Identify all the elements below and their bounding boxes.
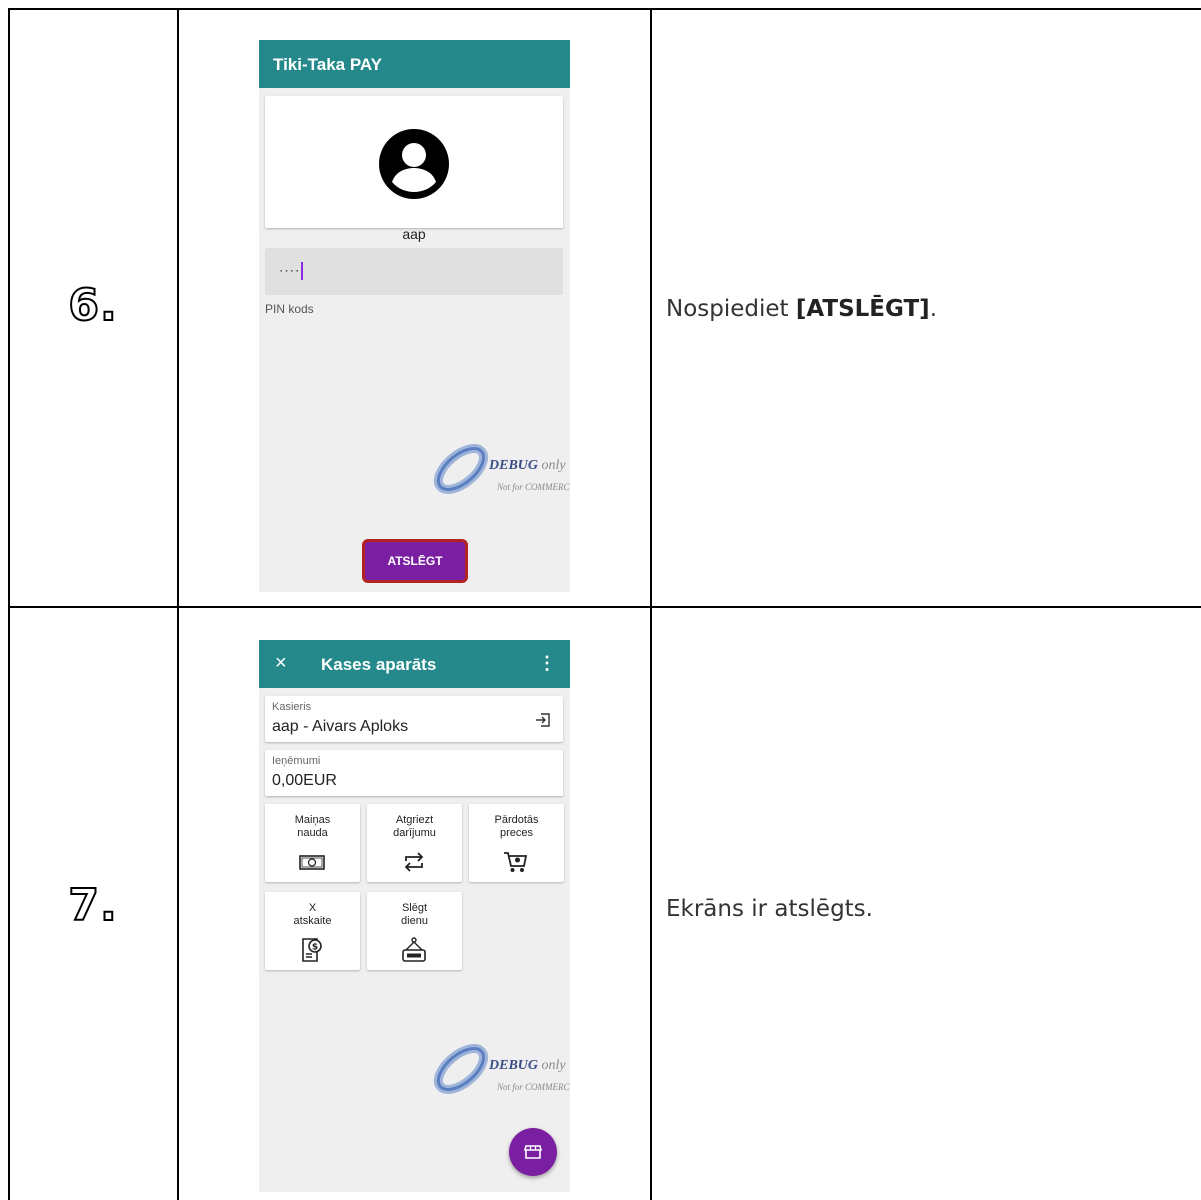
- svg-text:$: $: [312, 943, 318, 953]
- tile-label: Pārdotās preces: [494, 814, 539, 839]
- cash-icon: [299, 855, 325, 870]
- tile-close-day[interactable]: Slēgt dienu: [367, 892, 462, 970]
- cashier-value: aap - Aivars Aploks: [272, 718, 409, 735]
- return-icon: [404, 852, 424, 872]
- tile-change-money[interactable]: Maiņas nauda: [265, 804, 360, 882]
- store-icon: [523, 1145, 543, 1159]
- watermark-only: only: [541, 1058, 566, 1073]
- username-label: aap: [402, 226, 426, 242]
- close-icon[interactable]: ×: [275, 652, 287, 675]
- cart-icon: [504, 852, 528, 872]
- watermark-title: DEBUG only: [489, 1058, 566, 1074]
- pin-label: PIN kods: [265, 302, 314, 316]
- watermark-logo-icon: [433, 1044, 489, 1094]
- tile-x-report[interactable]: X atskaite $: [265, 892, 360, 970]
- tile-label: Slēgt dienu: [401, 902, 428, 927]
- watermark-logo-icon: [433, 444, 489, 494]
- tile-label: Atgriezt darījumu: [393, 814, 436, 839]
- watermark-subtitle: Not for COMMERCIAL: [497, 1082, 570, 1092]
- cashier-card[interactable]: Kasieris aap - Aivars Aploks: [265, 696, 563, 742]
- watermark-subtitle: Not for COMMERCIAL: [497, 482, 570, 492]
- debug-watermark: DEBUG only Not for COMMERCIAL: [429, 440, 570, 500]
- table-divider-description: [650, 8, 652, 1200]
- tile-sold-goods[interactable]: Pārdotās preces: [469, 804, 564, 882]
- watermark-debug: DEBUG: [489, 1058, 539, 1073]
- step-6-bold-text: [ATSLĒGT]: [795, 296, 930, 322]
- table-border-left: [8, 8, 10, 1200]
- pin-dots: ····: [279, 262, 301, 278]
- revenue-card: Ieņēmumi 0,00EUR: [265, 750, 563, 796]
- text-cursor: [301, 262, 304, 280]
- watermark-debug: DEBUG: [489, 458, 539, 473]
- account-icon: [379, 129, 449, 199]
- debug-watermark: DEBUG only Not for COMMERCIAL: [429, 1040, 570, 1100]
- watermark-only: only: [541, 458, 566, 473]
- cashier-label: Kasieris: [272, 701, 312, 713]
- watermark-title: DEBUG only: [489, 458, 566, 474]
- cash-register-screen: × Kases aparāts ⋮ Kasieris aap - Aivars …: [259, 640, 570, 1192]
- step-6-text: Nospiediet: [666, 296, 796, 322]
- report-icon: $: [302, 938, 322, 962]
- app-title: Tiki-Taka PAY: [273, 55, 382, 74]
- table-border-top: [8, 8, 1201, 10]
- close-sign-icon: [402, 937, 426, 962]
- logout-icon[interactable]: [535, 712, 551, 728]
- screen-title: Kases aparāts: [321, 655, 437, 674]
- step-6-description: Nospiediet [ATSLĒGT].: [666, 296, 937, 322]
- tile-label: Maiņas nauda: [294, 814, 331, 839]
- pin-input[interactable]: ····: [265, 248, 563, 295]
- user-card[interactable]: aap: [265, 96, 563, 242]
- login-screen: Tiki-Taka PAY aap ···· PIN kods DEBUG on…: [259, 40, 570, 592]
- step-number-6: 6.: [67, 279, 118, 332]
- step-number-7: 7.: [67, 879, 118, 932]
- pin-value: ····: [279, 262, 304, 280]
- store-fab-button[interactable]: [509, 1128, 557, 1176]
- table-row-divider: [8, 606, 1201, 608]
- overflow-menu-icon[interactable]: ⋮: [538, 653, 556, 674]
- revenue-value: 0,00EUR: [272, 772, 337, 789]
- table-divider-number: [177, 8, 179, 1200]
- app-bar: × Kases aparāts ⋮: [259, 640, 570, 688]
- tile-return-transaction[interactable]: Atgriezt darījumu: [367, 804, 462, 882]
- instruction-table: [0, 0, 1201, 1200]
- tile-label: X atskaite: [293, 902, 332, 927]
- revenue-label: Ieņēmumi: [272, 755, 321, 767]
- step-6-suffix: .: [929, 296, 938, 322]
- unlock-button[interactable]: ATSLĒGT: [362, 539, 468, 583]
- step-7-description: Ekrāns ir atslēgts.: [666, 896, 873, 922]
- app-bar: Tiki-Taka PAY: [259, 40, 570, 88]
